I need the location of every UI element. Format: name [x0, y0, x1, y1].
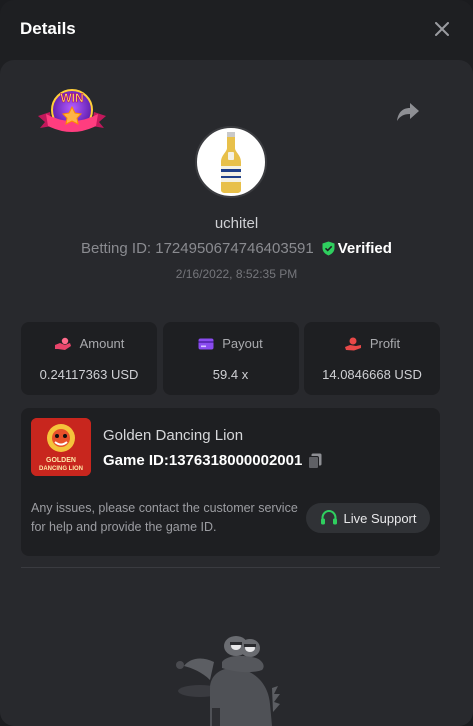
stat-profit-label: Profit: [369, 336, 401, 351]
copy-icon: [308, 453, 322, 469]
stat-payout-label: Payout: [222, 336, 263, 351]
game-id-row: Game ID:1376318000002001: [103, 452, 322, 469]
stat-payout-value: 59.4 x: [212, 367, 249, 382]
player-username: uchitel: [214, 215, 259, 232]
stat-amount-label: Amount: [79, 336, 125, 351]
player-avatar: [195, 126, 267, 198]
coins-hand-icon: [54, 337, 71, 350]
bet-datetime: 2/16/2022, 8:52:35 PM: [175, 267, 298, 281]
game-thumbnail[interactable]: GOLDEN DANCING LION: [31, 418, 91, 476]
shield-check-icon: [322, 241, 335, 256]
close-button[interactable]: [431, 18, 453, 40]
verified-label: Verified: [337, 240, 392, 257]
details-modal: Details WIN uchitel Betting ID: 17249506…: [0, 0, 473, 726]
win-badge-icon: WIN: [38, 89, 106, 132]
thumb-title-line1: GOLDEN: [46, 457, 76, 464]
live-support-button[interactable]: Live Support: [306, 503, 430, 533]
modal-title: Details: [20, 19, 76, 38]
game-info-box: GOLDEN DANCING LION Golden Dancing Lion …: [21, 408, 440, 556]
stat-profit-value: 14.0846668 USD: [322, 367, 422, 382]
beer-bottle-icon: [221, 132, 241, 193]
win-badge-text: WIN: [60, 91, 83, 105]
stat-amount: Amount 0.24117363 USD: [21, 322, 157, 395]
stat-amount-value: 0.24117363 USD: [39, 367, 139, 382]
stats-row: Amount 0.24117363 USD Payout 59.4 x Prof…: [21, 322, 440, 395]
share-icon[interactable]: [396, 101, 420, 123]
game-id: Game ID:1376318000002001: [103, 452, 303, 469]
copy-button[interactable]: [308, 453, 322, 469]
live-support-label: Live Support: [343, 510, 417, 526]
stat-profit: Profit 14.0846668 USD: [304, 322, 440, 395]
close-icon: [435, 22, 449, 36]
profit-hand-icon: [344, 337, 361, 350]
betting-id-row: Betting ID: 1724950674746403591 Verified: [0, 240, 473, 257]
betting-id: Betting ID: 1724950674746403591: [81, 240, 314, 257]
modal-header: Details: [0, 0, 473, 58]
game-name: Golden Dancing Lion: [103, 427, 244, 444]
card-icon: [198, 338, 214, 349]
crocodile-mascot-icon: [176, 636, 280, 726]
section-divider: [21, 567, 440, 568]
stat-payout: Payout 59.4 x: [162, 322, 299, 395]
headset-icon: [320, 509, 337, 525]
thumb-title-line2: DANCING LION: [39, 466, 83, 472]
support-instructions: Any issues, please contact the customer …: [31, 501, 298, 534]
verified-badge: Verified: [322, 240, 392, 257]
lion-game-icon: GOLDEN DANCING LION: [31, 418, 91, 476]
